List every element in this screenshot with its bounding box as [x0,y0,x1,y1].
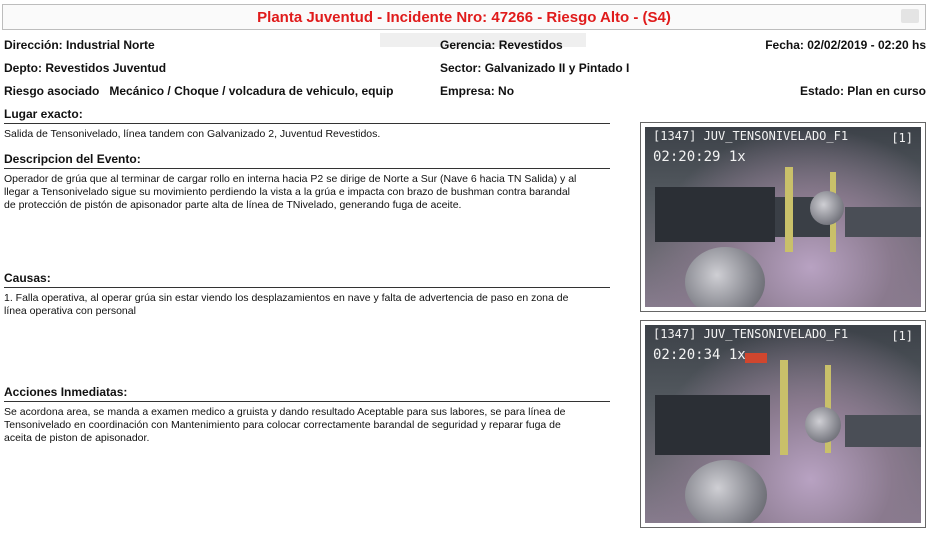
camera-time-2: 02:20:34 1x [653,347,746,363]
section-rule [4,123,610,124]
field-depto: Depto: Revestidos Juventud [4,61,167,75]
camera-frame-2[interactable]: [1347] JUV_TENSONIVELADO_F1 [1] 02:20:34… [640,320,926,528]
section-text-lugar: Salida de Tensonivelado, línea tandem co… [4,128,381,140]
section-text-causas: 1. Falla operativa, al operar grúa sin e… [4,292,569,317]
section-text-acciones: Se acordona area, se manda a examen medi… [4,406,566,444]
section-heading-acciones: Acciones Inmediatas: [4,385,128,399]
field-riesgo: Riesgo asociado Mecánico / Choque / volc… [4,84,394,98]
camera-image-1: [1347] JUV_TENSONIVELADO_F1 [1] 02:20:29… [645,127,921,307]
field-gerencia: Gerencia: Revestidos [440,38,563,52]
section-rule [4,401,610,402]
section-heading-descripcion: Descripcion del Evento: [4,152,141,166]
section-rule [4,287,610,288]
section-rule [4,168,610,169]
camera-num-2: [1] [891,329,913,343]
field-estado: Estado: Plan en curso [799,84,926,98]
field-fecha: Fecha: 02/02/2019 - 02:20 hs [765,38,926,52]
section-heading-causas: Causas: [4,271,51,285]
section-heading-lugar: Lugar exacto: [4,107,83,121]
camera-frame-1[interactable]: [1347] JUV_TENSONIVELADO_F1 [1] 02:20:29… [640,122,926,312]
section-text-descripcion: Operador de grúa que al terminar de carg… [4,173,577,211]
field-direccion: Dirección: Industrial Norte [4,38,155,52]
field-sector: Sector: Galvanizado II y Pintado I [440,61,630,75]
camera-image-2: [1347] JUV_TENSONIVELADO_F1 [1] 02:20:34… [645,325,921,523]
camera-label-2: [1347] JUV_TENSONIVELADO_F1 [653,327,849,341]
camera-label-1: [1347] JUV_TENSONIVELADO_F1 [653,129,849,143]
page-title: Planta Juventud - Incidente Nro: 47266 -… [257,9,671,26]
camera-num-1: [1] [891,131,913,145]
field-empresa: Empresa: No [440,84,515,98]
window-control-icon[interactable] [901,9,919,23]
title-bar: Planta Juventud - Incidente Nro: 47266 -… [2,4,926,30]
camera-time-1: 02:20:29 1x [653,149,746,165]
